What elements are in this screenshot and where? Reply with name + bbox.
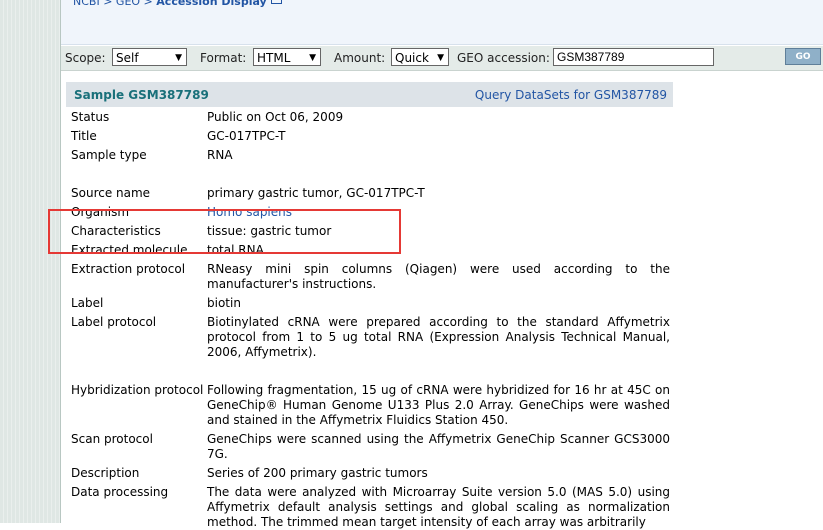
scope-select[interactable]: Self ▼	[112, 48, 187, 66]
field-value: Public on Oct 06, 2009	[207, 110, 344, 124]
field-value: GeneChips were scanned using the Affymet…	[207, 432, 670, 461]
amount-select[interactable]: Quick ▼	[391, 48, 449, 66]
breadcrumb: NCBI > GEO > Accession Display	[73, 0, 282, 8]
field-label: Extracted molecule	[71, 243, 188, 257]
field-label: Description	[71, 466, 140, 480]
window-icon[interactable]	[270, 0, 282, 4]
breadcrumb-current: Accession Display	[156, 0, 267, 8]
field-value: biotin	[207, 296, 241, 310]
dropdown-arrow-icon: ▼	[309, 53, 316, 63]
go-button[interactable]: GO	[785, 48, 821, 65]
query-datasets-link[interactable]: Query DataSets for GSM387789	[475, 88, 667, 102]
scope-label: Scope:	[65, 51, 106, 65]
breadcrumb-geo[interactable]: GEO	[116, 0, 140, 8]
field-value: GC-017TPC-T	[207, 129, 286, 143]
dropdown-arrow-icon: ▼	[437, 53, 444, 63]
breadcrumb-sep: >	[140, 0, 157, 8]
field-label: Extraction protocol	[71, 262, 186, 276]
field-value: primary gastric tumor, GC-017TPC-T	[207, 186, 425, 200]
accession-label: GEO accession:	[457, 51, 550, 65]
format-value: HTML	[257, 51, 291, 65]
amount-label: Amount:	[334, 51, 386, 65]
amount-value: Quick	[395, 51, 429, 65]
field-label: Scan protocol	[71, 432, 153, 446]
field-value: Following fragmentation, 15 ug of cRNA w…	[207, 383, 670, 427]
breadcrumb-sep: >	[99, 0, 116, 8]
organism-link[interactable]: Homo sapiens	[207, 205, 670, 220]
field-label: Data processing	[71, 485, 169, 499]
format-select[interactable]: HTML ▼	[253, 48, 321, 66]
field-label: Status	[71, 110, 110, 124]
field-label: Label	[71, 296, 104, 310]
field-label: Source name	[71, 186, 151, 200]
field-label: Label protocol	[71, 315, 157, 329]
field-label: Organism	[71, 205, 130, 219]
field-value: Biotinylated cRNA were prepared accordin…	[207, 315, 670, 359]
field-label: Title	[71, 129, 97, 143]
field-value: total RNA	[207, 243, 264, 257]
format-label: Format:	[200, 51, 247, 65]
field-label: Characteristics	[71, 224, 161, 238]
sample-title: Sample GSM387789	[74, 88, 209, 102]
accession-input[interactable]	[553, 48, 714, 66]
field-value: Series of 200 primary gastric tumors	[207, 466, 428, 480]
field-value: tissue: gastric tumor	[207, 224, 332, 238]
field-label: Sample type	[71, 148, 147, 162]
field-label: Hybridization protocol	[71, 383, 204, 397]
field-value: RNeasy mini spin columns (Qiagen) were u…	[207, 262, 670, 291]
scope-value: Self	[116, 51, 139, 65]
sample-header: Sample GSM387789 Query DataSets for GSM3…	[66, 82, 673, 107]
query-toolbar: Scope: Self ▼ Format: HTML ▼ Amount: Qui…	[61, 46, 823, 71]
left-rail	[0, 0, 61, 523]
dropdown-arrow-icon: ▼	[175, 53, 182, 63]
field-value: The data were analyzed with Microarray S…	[207, 485, 670, 529]
breadcrumb-ncbi[interactable]: NCBI	[73, 0, 100, 8]
field-value: RNA	[207, 148, 233, 162]
